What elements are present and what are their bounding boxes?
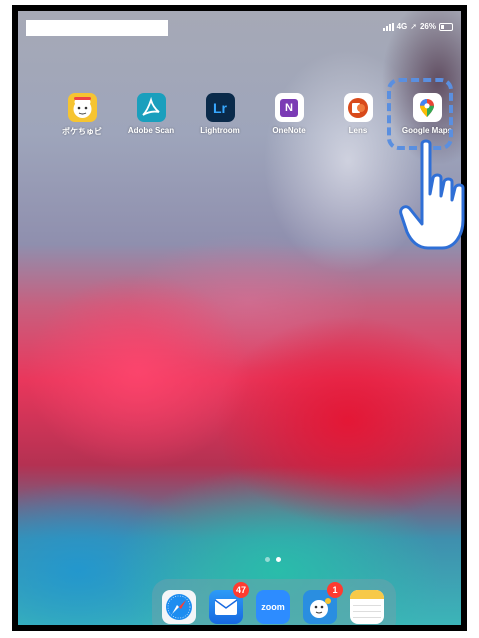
compass-icon: [166, 594, 192, 620]
dock-safari[interactable]: [162, 590, 196, 624]
status-bar-indicators: 4G ➚ 26%: [382, 22, 453, 31]
dock-mail[interactable]: 47: [209, 582, 249, 624]
envelope-icon: [214, 599, 238, 615]
app-onenote[interactable]: N OneNote: [259, 93, 319, 135]
dock-character-app[interactable]: 1: [303, 582, 343, 624]
app-label: OneNote: [272, 126, 306, 135]
battery-percent: 26%: [419, 22, 436, 31]
app-label: Lightroom: [200, 126, 240, 135]
app-pokechubi[interactable]: ポケちゅビ: [52, 93, 112, 137]
location-arrow-icon: ➚: [410, 22, 417, 31]
mail-badge: 47: [232, 582, 249, 598]
page-indicator[interactable]: [265, 557, 281, 562]
zoom-logo: zoom: [261, 602, 285, 612]
network-type: 4G: [396, 22, 408, 31]
onenote-icon: N: [274, 93, 304, 122]
app-label: ポケちゅビ: [62, 127, 102, 136]
app-label: Lens: [348, 126, 368, 135]
app-lightroom[interactable]: Lr Lightroom: [190, 93, 250, 135]
character-face-icon: [67, 93, 97, 122]
character-app-badge: 1: [327, 582, 343, 598]
office-lens-icon: [343, 93, 373, 122]
pointing-hand-icon: [399, 139, 465, 250]
battery-icon: [439, 22, 453, 31]
app-label: Adobe Scan: [127, 126, 175, 135]
lightroom-icon: Lr: [205, 93, 235, 122]
notes-icon: [350, 590, 384, 599]
adobe-scan-icon: [136, 93, 166, 122]
dock-notes[interactable]: [350, 590, 384, 624]
status-bar-redacted: [26, 20, 168, 36]
page-dot-active[interactable]: [276, 557, 281, 562]
dock: 47 zoom 1: [152, 579, 396, 625]
signal-icon: [382, 22, 394, 31]
dock-zoom[interactable]: zoom: [256, 590, 290, 624]
page-dot[interactable]: [265, 557, 270, 562]
app-lens[interactable]: Lens: [328, 93, 388, 135]
app-adobe-scan[interactable]: Adobe Scan: [121, 93, 181, 135]
